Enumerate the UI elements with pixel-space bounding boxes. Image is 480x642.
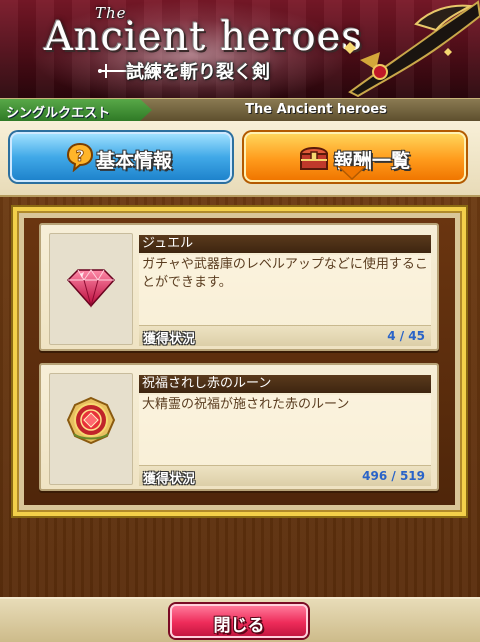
quest-type-label: シングルクエスト xyxy=(6,106,111,121)
reward-description: 大精霊の祝福が施された赤のルーン xyxy=(139,395,431,465)
svg-text:?: ? xyxy=(76,147,85,165)
reward-icon-box xyxy=(49,373,133,485)
banner-title: Ancient heroes xyxy=(44,14,363,60)
tab-basic-info-label: 基本情報 xyxy=(96,150,173,172)
reward-status-label: 獲得状況 xyxy=(143,332,196,347)
close-button[interactable]: 閉じる xyxy=(170,604,308,638)
reward-name: ジュエル xyxy=(139,235,431,253)
reward-name: 祝福されし赤のルーン xyxy=(139,375,431,393)
reward-status-value: 4 / 45 xyxy=(387,329,425,343)
event-banner: The Ancient heroes 試練を斬り裂く剣 xyxy=(0,0,480,98)
red-rune-icon xyxy=(66,396,116,445)
reward-icon-box xyxy=(49,233,133,345)
quest-header-bar: シングルクエスト The Ancient heroes xyxy=(0,98,480,122)
quest-title: The Ancient heroes xyxy=(245,102,387,117)
tab-bar: ? 基本情報 報酬一覧 xyxy=(0,121,480,197)
active-tab-pointer-icon xyxy=(338,166,366,180)
reward-status-label: 獲得状況 xyxy=(143,472,196,487)
reward-card: 祝福されし赤のルーン 大精霊の祝福が施された赤のルーン 獲得状況 496 / 5… xyxy=(39,363,439,491)
jewel-icon xyxy=(66,269,116,308)
reward-card: ジュエル ガチャや武器庫のレベルアップなどに使用することができます。 獲得状況 … xyxy=(39,223,439,351)
quest-type-tab: シングルクエスト xyxy=(0,99,152,121)
treasure-chest-icon xyxy=(299,147,329,170)
reward-status-bar: 獲得状況 496 / 519 xyxy=(139,465,431,487)
reward-description: ガチャや武器庫のレベルアップなどに使用することができます。 xyxy=(139,255,431,325)
tab-basic-info[interactable]: ? 基本情報 xyxy=(10,132,232,182)
banner-subtitle: 試練を斬り裂く剣 xyxy=(126,62,270,83)
ornate-blade-icon xyxy=(344,0,480,98)
reward-status-bar: 獲得状況 4 / 45 xyxy=(139,325,431,347)
close-button-label: 閉じる xyxy=(213,616,265,636)
question-icon: ? xyxy=(66,142,94,172)
reward-status-value: 496 / 519 xyxy=(362,469,425,483)
